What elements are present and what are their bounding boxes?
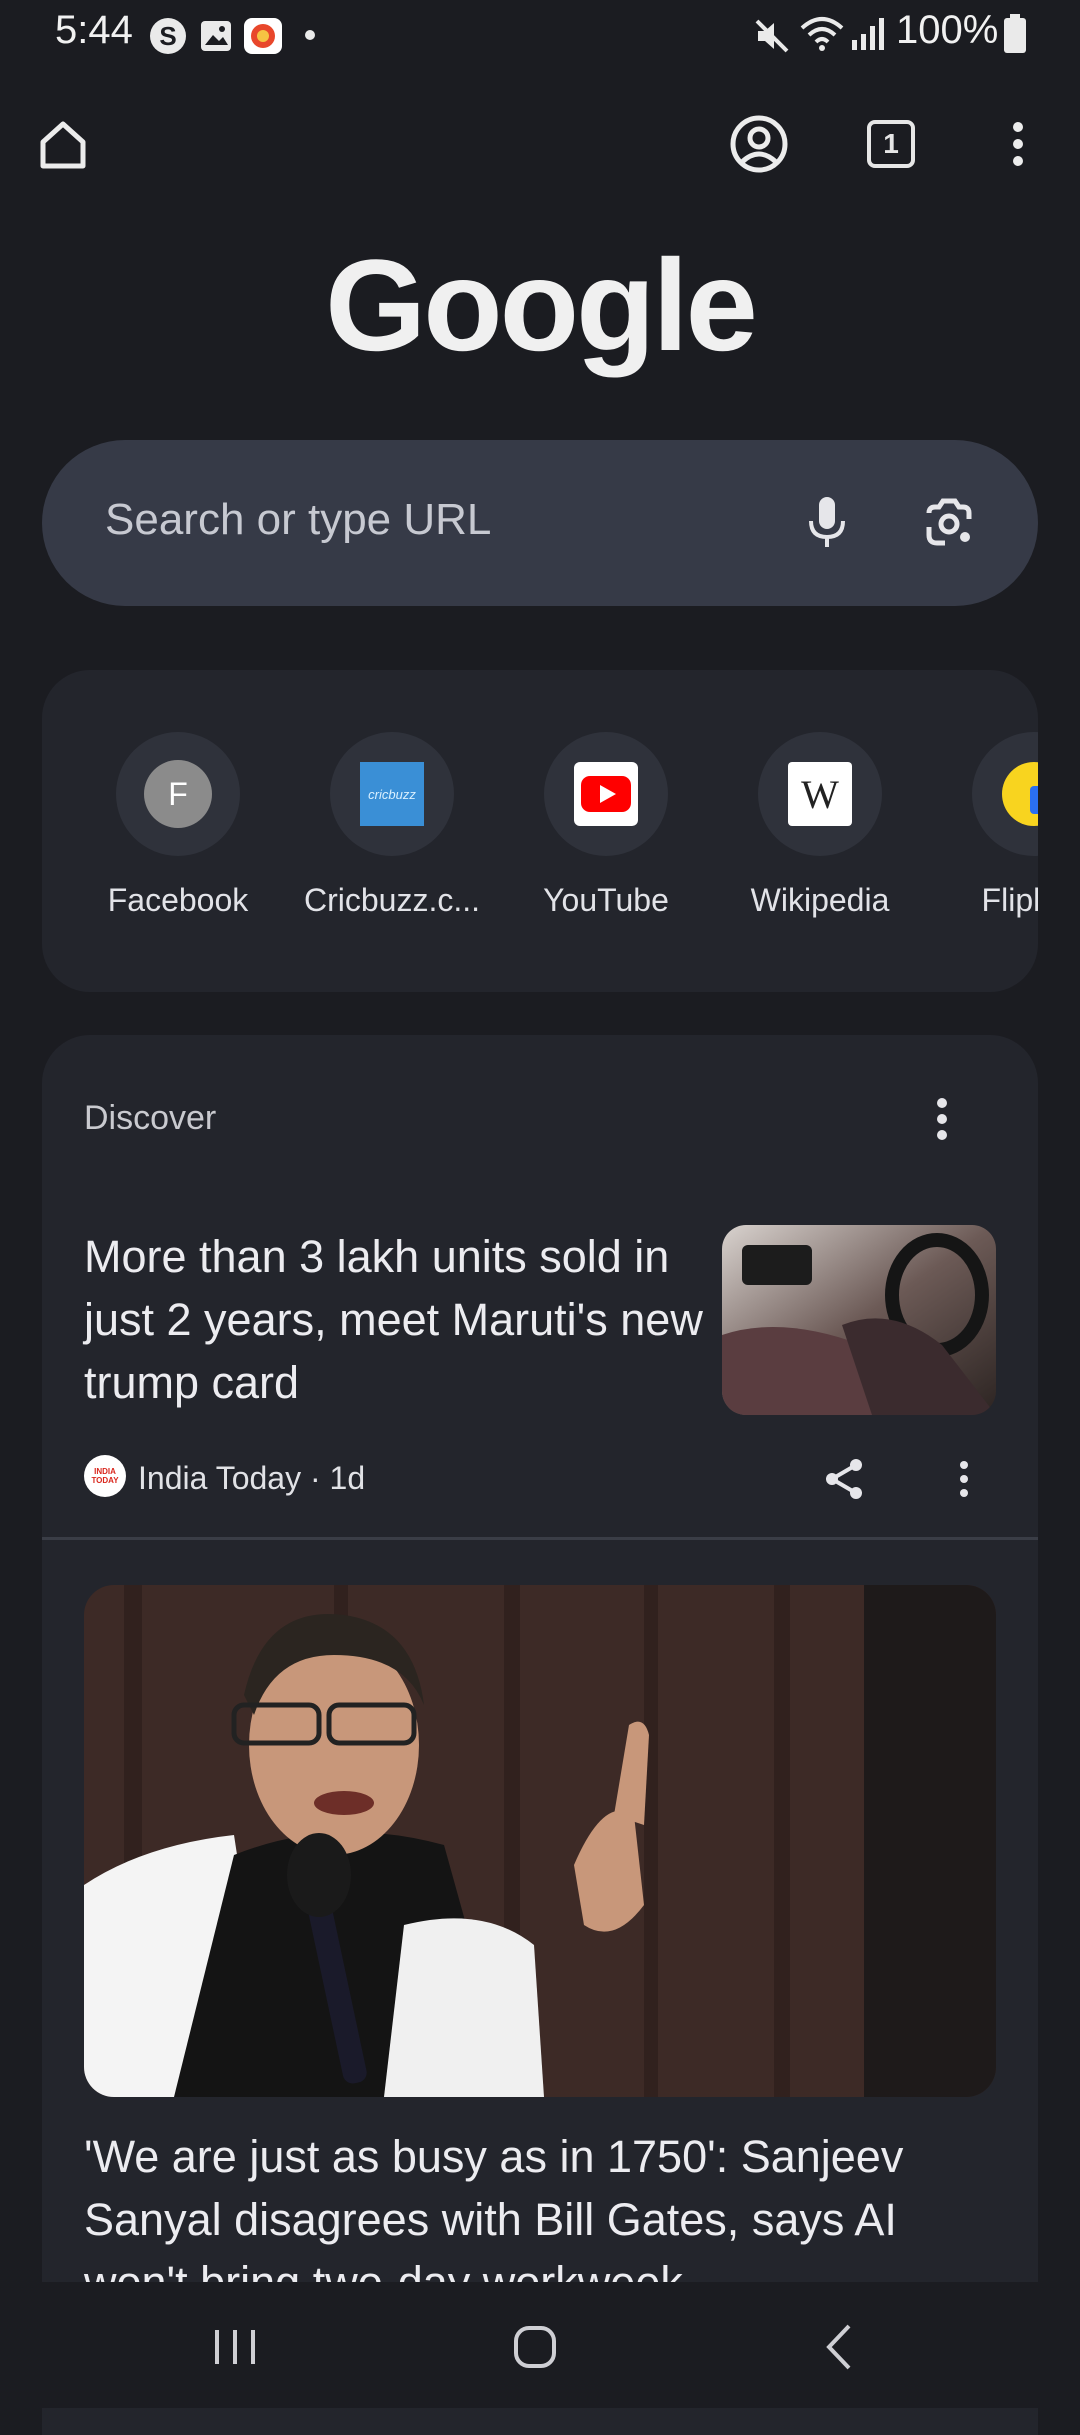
home-nav-button[interactable] [500, 2312, 570, 2382]
shortcut-youtube[interactable]: YouTube [506, 732, 706, 919]
shortcut-icon-container [544, 732, 668, 856]
home-button[interactable] [27, 108, 99, 180]
shortcut-cricbuzz[interactable]: cricbuzz Cricbuzz.c... [292, 732, 492, 919]
shortcut-wikipedia[interactable]: W Wikipedia [720, 732, 920, 919]
share-button[interactable] [818, 1453, 870, 1505]
cricbuzz-icon: cricbuzz [360, 762, 424, 826]
discover-title: Discover [84, 1099, 217, 1137]
discover-menu-button[interactable] [918, 1095, 966, 1143]
shortcut-facebook[interactable]: F Facebook [78, 732, 278, 919]
google-logo: Google [325, 232, 758, 378]
article-thumbnail[interactable] [722, 1225, 996, 1415]
article-menu-button[interactable] [944, 1453, 984, 1505]
more-vert-icon [960, 1461, 968, 1497]
battery-icon [1003, 14, 1027, 59]
shortcut-label: Cricbuzz.c... [303, 882, 481, 918]
back-icon [826, 2324, 851, 2370]
tab-count: 1 [867, 120, 915, 168]
signal-icon [850, 16, 886, 57]
shortcut-icon-container: cricbuzz [330, 732, 454, 856]
discover-feed: Discover More than 3 lakh units sold in … [42, 1035, 1038, 2435]
youtube-icon [574, 762, 638, 826]
article-source: India Today · 1d [138, 1460, 366, 1496]
mic-icon [809, 497, 845, 547]
status-bar: 5:44 S 100% [0, 0, 1080, 70]
shortcut-flipkart[interactable]: Flipkart [934, 732, 1038, 919]
more-menu-button[interactable] [982, 108, 1054, 180]
source-logo: INDIA TODAY [84, 1455, 126, 1497]
account-button[interactable] [723, 108, 795, 180]
lens-icon [926, 498, 972, 546]
recents-icon [215, 2330, 255, 2364]
shortcut-icon-container: F [116, 732, 240, 856]
shortcut-icon-container: W [758, 732, 882, 856]
more-vert-icon [1013, 122, 1023, 166]
shortcut-label: Flipkart [981, 882, 1038, 918]
more-vert-icon [937, 1098, 947, 1140]
account-icon [730, 115, 788, 173]
wifi-icon [800, 14, 844, 59]
back-button[interactable] [805, 2312, 875, 2382]
shortcut-icon-container [972, 732, 1038, 856]
article-title[interactable]: More than 3 lakh units sold in just 2 ye… [84, 1225, 704, 1414]
flipkart-icon-accent [1030, 786, 1038, 814]
search-bar[interactable]: Search or type URL [42, 440, 1038, 606]
india-today-logo-icon: INDIA TODAY [91, 1467, 119, 1485]
system-nav-bar [0, 2282, 1080, 2408]
shortcut-label: Wikipedia [750, 882, 890, 918]
recent-apps-button[interactable] [200, 2312, 270, 2382]
shortcut-label: Facebook [107, 882, 249, 918]
facebook-letter-icon: F [144, 760, 212, 828]
search-input[interactable]: Search or type URL [105, 495, 491, 545]
s-app-icon: S [150, 18, 186, 54]
notification-dot-icon [305, 30, 315, 40]
voice-search-button[interactable] [792, 488, 862, 558]
flipkart-icon [1002, 762, 1038, 826]
gallery-icon [198, 18, 234, 54]
status-time: 5:44 [55, 8, 133, 52]
tab-switcher-button[interactable]: 1 [855, 108, 927, 180]
divider [42, 1537, 1038, 1540]
home-icon [40, 121, 86, 169]
share-icon [826, 1459, 862, 1499]
mute-icon [752, 16, 792, 61]
app-badge-icon [244, 18, 282, 54]
shortcuts-panel: F Facebook cricbuzz Cricbuzz.c... YouTub… [42, 670, 1038, 992]
wikipedia-icon: W [788, 762, 852, 826]
home-nav-icon [514, 2326, 556, 2368]
article-image[interactable] [84, 1585, 996, 2097]
lens-button[interactable] [914, 488, 984, 558]
shortcut-label: YouTube [543, 882, 669, 918]
battery-text: 100% [896, 8, 999, 52]
